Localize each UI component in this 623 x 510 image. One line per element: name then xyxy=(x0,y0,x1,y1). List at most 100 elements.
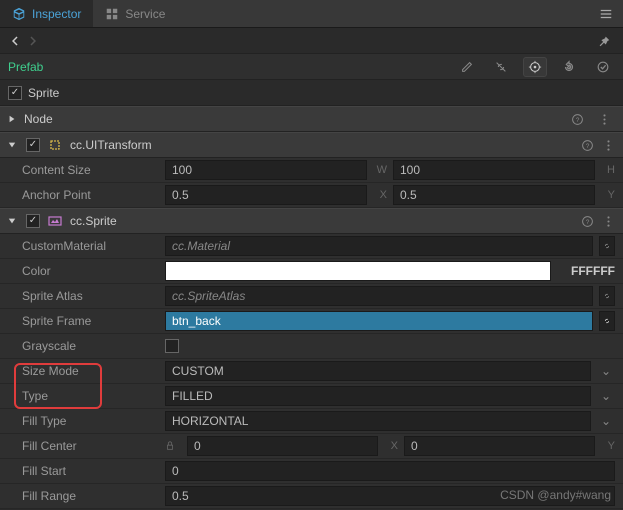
fill-center-x-input[interactable] xyxy=(187,436,378,456)
transform-icon xyxy=(48,138,62,152)
color-swatch[interactable] xyxy=(165,261,551,281)
axis-label: Y xyxy=(601,189,615,201)
prop-anchor-point: Anchor Point X Y xyxy=(0,183,623,208)
component-header-uitransform[interactable]: cc.UITransform ? xyxy=(0,132,623,158)
asset-link-button[interactable] xyxy=(599,286,615,306)
anchor-y-input[interactable] xyxy=(393,185,595,205)
component-enabled-checkbox[interactable] xyxy=(26,214,40,228)
prop-custom-material: CustomMaterial cc.Material xyxy=(0,234,623,259)
svg-text:?: ? xyxy=(586,142,590,149)
component-enabled-checkbox[interactable] xyxy=(26,138,40,152)
custom-material-field[interactable]: cc.Material xyxy=(165,236,593,256)
type-select[interactable]: FILLED xyxy=(165,386,591,406)
prop-color: Color FFFFFF xyxy=(0,259,623,284)
fill-center-y-input[interactable] xyxy=(404,436,595,456)
chevron-down-icon: ⌄ xyxy=(597,414,615,428)
axis-label: Y xyxy=(601,440,615,452)
section-title: Node xyxy=(24,112,53,126)
prefab-apply-button[interactable] xyxy=(591,57,615,77)
anchor-x-input[interactable] xyxy=(165,185,367,205)
select-value: FILLED xyxy=(172,389,213,403)
prop-sprite-frame: Sprite Frame btn_back xyxy=(0,309,623,334)
select-value: CUSTOM xyxy=(172,364,224,378)
chevron-down-icon xyxy=(8,141,18,149)
color-hex: FFFFFF xyxy=(557,264,615,278)
tab-label: Inspector xyxy=(32,7,81,21)
prop-label: Fill Range xyxy=(22,489,157,503)
fill-type-select[interactable]: HORIZONTAL xyxy=(165,411,591,431)
prop-label: Fill Start xyxy=(22,464,157,478)
node-name-row: Sprite xyxy=(0,80,623,106)
tab-inspector[interactable]: Inspector xyxy=(0,0,93,27)
select-value: HORIZONTAL xyxy=(172,414,248,428)
prefab-unlink-button[interactable] xyxy=(489,57,513,77)
help-button[interactable]: ? xyxy=(567,113,588,126)
prop-grayscale: Grayscale xyxy=(0,334,623,359)
node-active-checkbox[interactable] xyxy=(8,86,22,100)
prop-label: Color xyxy=(22,264,157,278)
prop-fill-center: Fill Center X Y xyxy=(0,434,623,459)
component-title: cc.UITransform xyxy=(70,138,152,152)
chevron-down-icon xyxy=(8,217,18,225)
svg-text:?: ? xyxy=(576,116,580,123)
nav-forward-button[interactable] xyxy=(24,32,42,50)
watermark: CSDN @andy#wang xyxy=(500,488,611,502)
prop-label: CustomMaterial xyxy=(22,239,157,253)
more-button[interactable] xyxy=(602,139,615,152)
tab-service[interactable]: Service xyxy=(93,0,177,27)
more-button[interactable] xyxy=(602,215,615,228)
content-size-h-input[interactable] xyxy=(393,160,595,180)
prop-label: Sprite Frame xyxy=(22,314,157,328)
fill-start-input[interactable] xyxy=(165,461,615,481)
asset-link-button[interactable] xyxy=(599,236,615,256)
prefab-locate-button[interactable] xyxy=(523,57,547,77)
axis-label: X xyxy=(384,440,398,452)
sprite-atlas-field[interactable]: cc.SpriteAtlas xyxy=(165,286,593,306)
prop-label: Grayscale xyxy=(22,339,157,353)
prop-label: Fill Center xyxy=(22,439,157,453)
grayscale-checkbox[interactable] xyxy=(165,339,179,353)
nav-row xyxy=(0,28,623,54)
grid-icon xyxy=(105,7,119,21)
chevron-right-icon xyxy=(8,115,18,123)
tab-label: Service xyxy=(125,7,165,21)
pin-button[interactable] xyxy=(591,34,617,48)
prop-label: Content Size xyxy=(22,163,157,177)
panel-menu-button[interactable] xyxy=(589,7,623,21)
prop-label: Type xyxy=(22,389,157,403)
prefab-row: Prefab xyxy=(0,54,623,80)
prop-label: Anchor Point xyxy=(22,188,157,202)
node-section-header[interactable]: Node ? xyxy=(0,106,623,132)
axis-label: W xyxy=(373,164,387,176)
prefab-edit-button[interactable] xyxy=(455,57,479,77)
prop-type: Type FILLED ⌄ xyxy=(0,384,623,409)
axis-label: X xyxy=(373,189,387,201)
help-button[interactable]: ? xyxy=(581,139,594,152)
cube-icon xyxy=(12,7,26,21)
svg-text:?: ? xyxy=(586,218,590,225)
chevron-down-icon: ⌄ xyxy=(597,364,615,378)
component-header-sprite[interactable]: cc.Sprite ? xyxy=(0,208,623,234)
prop-label: Fill Type xyxy=(22,414,157,428)
prop-sprite-atlas: Sprite Atlas cc.SpriteAtlas xyxy=(0,284,623,309)
component-title: cc.Sprite xyxy=(70,214,117,228)
node-name[interactable]: Sprite xyxy=(28,86,59,100)
prop-label: Size Mode xyxy=(22,364,157,378)
asset-link-button[interactable] xyxy=(599,311,615,331)
chevron-down-icon: ⌄ xyxy=(597,389,615,403)
sprite-icon xyxy=(48,214,62,228)
tab-bar: Inspector Service xyxy=(0,0,623,28)
content-size-w-input[interactable] xyxy=(165,160,367,180)
more-button[interactable] xyxy=(594,113,615,126)
prefab-revert-button[interactable] xyxy=(557,57,581,77)
prop-fill-start: Fill Start xyxy=(0,459,623,484)
prop-content-size: Content Size W H xyxy=(0,158,623,183)
sprite-frame-field[interactable]: btn_back xyxy=(165,311,593,331)
help-button[interactable]: ? xyxy=(581,215,594,228)
prop-fill-type: Fill Type HORIZONTAL ⌄ xyxy=(0,409,623,434)
prefab-label: Prefab xyxy=(8,60,43,74)
prop-label: Sprite Atlas xyxy=(22,289,157,303)
prop-size-mode: Size Mode CUSTOM ⌄ xyxy=(0,359,623,384)
size-mode-select[interactable]: CUSTOM xyxy=(165,361,591,381)
nav-back-button[interactable] xyxy=(6,32,24,50)
